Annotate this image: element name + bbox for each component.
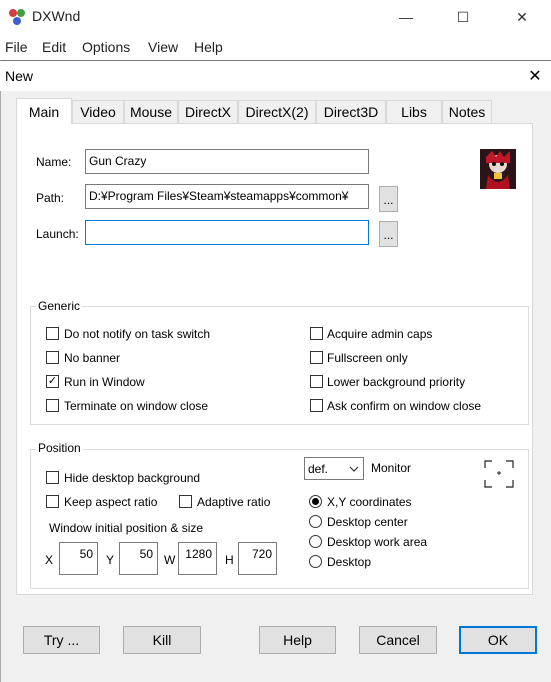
tab-libs[interactable]: Libs <box>386 100 442 123</box>
close-button[interactable]: ✕ <box>499 4 545 30</box>
h-input[interactable]: 720 <box>238 542 277 575</box>
checkbox-lower-priority[interactable] <box>310 375 323 388</box>
launch-field[interactable] <box>85 220 369 245</box>
help-button[interactable]: Help <box>259 626 336 654</box>
checkmark-icon: ✓ <box>47 375 58 387</box>
menu-help[interactable]: Help <box>194 39 223 55</box>
path-field[interactable]: D:¥Program Files¥Steam¥steamapps¥common¥ <box>85 184 369 209</box>
checkbox-terminate-on-close[interactable] <box>46 399 59 412</box>
keep-aspect-label: Keep aspect ratio <box>64 495 158 509</box>
checkbox-ask-confirm[interactable] <box>310 399 323 412</box>
checkbox-run-in-window[interactable]: ✓ <box>46 375 59 388</box>
menu-file[interactable]: File <box>5 39 28 55</box>
admin-caps-label: Acquire admin caps <box>327 327 433 341</box>
terminate-on-close-label: Terminate on window close <box>64 399 209 413</box>
dialog-title-bar[interactable] <box>0 61 551 91</box>
checkbox-adaptive-ratio[interactable] <box>179 495 192 508</box>
generic-group-title: Generic <box>36 299 83 313</box>
menu-view[interactable]: View <box>148 39 178 55</box>
crosshair-icon[interactable] <box>484 460 514 488</box>
hide-desktop-label: Hide desktop background <box>64 471 201 485</box>
dxwnd-app-icon <box>8 8 26 26</box>
tab-video[interactable]: Video <box>72 100 124 123</box>
cancel-button[interactable]: Cancel <box>359 626 437 654</box>
ask-confirm-label: Ask confirm on window close <box>327 399 482 413</box>
maximize-button[interactable]: ☐ <box>440 4 486 30</box>
monitor-select[interactable]: def. <box>304 457 364 480</box>
no-banner-label: No banner <box>64 351 121 365</box>
monitor-select-value: def. <box>308 462 329 476</box>
radio-desktop-work-area[interactable] <box>309 535 322 548</box>
tab-directx2[interactable]: DirectX(2) <box>238 100 316 123</box>
dialog-close-icon[interactable]: ✕ <box>524 66 546 86</box>
tab-notes[interactable]: Notes <box>442 100 492 123</box>
position-group-title: Position <box>36 441 83 455</box>
fullscreen-only-label: Fullscreen only <box>327 351 408 365</box>
lower-priority-label: Lower background priority <box>327 375 466 389</box>
initial-position-label: Window initial position & size <box>49 521 204 535</box>
app-title: DXWnd <box>32 8 81 24</box>
checkbox-hide-desktop[interactable] <box>46 471 59 484</box>
xy-coordinates-label: X,Y coordinates <box>327 495 412 509</box>
monitor-label: Monitor <box>371 461 412 475</box>
radio-xy-coordinates[interactable] <box>309 495 322 508</box>
menu-edit[interactable]: Edit <box>42 39 66 55</box>
radio-desktop-center[interactable] <box>309 515 322 528</box>
radio-selected-dot <box>312 498 319 505</box>
dialog-title: New <box>5 68 34 84</box>
tab-directx[interactable]: DirectX <box>178 100 238 123</box>
tab-direct3d[interactable]: Direct3D <box>316 100 386 123</box>
run-in-window-label: Run in Window <box>64 375 145 389</box>
desktop-work-area-label: Desktop work area <box>327 535 428 549</box>
w-label: W <box>164 553 176 567</box>
launch-label: Launch: <box>36 227 79 241</box>
name-field[interactable]: Gun Crazy <box>85 149 369 174</box>
w-input[interactable]: 1280 <box>178 542 217 575</box>
checkbox-admin-caps[interactable] <box>310 327 323 340</box>
kill-button[interactable]: Kill <box>123 626 201 654</box>
ok-button[interactable]: OK <box>459 626 537 654</box>
position-group <box>30 449 529 589</box>
desktop-center-label: Desktop center <box>327 515 408 529</box>
chevron-down-icon <box>349 463 359 477</box>
minimize-button[interactable]: — <box>383 4 429 30</box>
name-label: Name: <box>36 155 72 169</box>
checkbox-keep-aspect[interactable] <box>46 495 59 508</box>
checkbox-fullscreen-only[interactable] <box>310 351 323 364</box>
x-input[interactable]: 50 <box>59 542 98 575</box>
radio-desktop[interactable] <box>309 555 322 568</box>
path-label: Path: <box>36 191 65 205</box>
menu-options[interactable]: Options <box>82 39 130 55</box>
x-label: X <box>45 553 54 567</box>
h-label: H <box>225 553 234 567</box>
tab-mouse[interactable]: Mouse <box>124 100 178 123</box>
y-input[interactable]: 50 <box>119 542 158 575</box>
checkbox-no-notify[interactable] <box>46 327 59 340</box>
launch-browse-button[interactable]: ... <box>379 221 398 247</box>
y-label: Y <box>106 553 115 567</box>
tab-main[interactable]: Main <box>16 98 72 124</box>
checkbox-no-banner[interactable] <box>46 351 59 364</box>
no-notify-label: Do not notify on task switch <box>64 327 211 341</box>
path-browse-button[interactable]: ... <box>379 186 398 212</box>
try-button[interactable]: Try ... <box>23 626 100 654</box>
program-icon <box>480 149 516 189</box>
desktop-label: Desktop <box>327 555 372 569</box>
adaptive-ratio-label: Adaptive ratio <box>197 495 271 509</box>
